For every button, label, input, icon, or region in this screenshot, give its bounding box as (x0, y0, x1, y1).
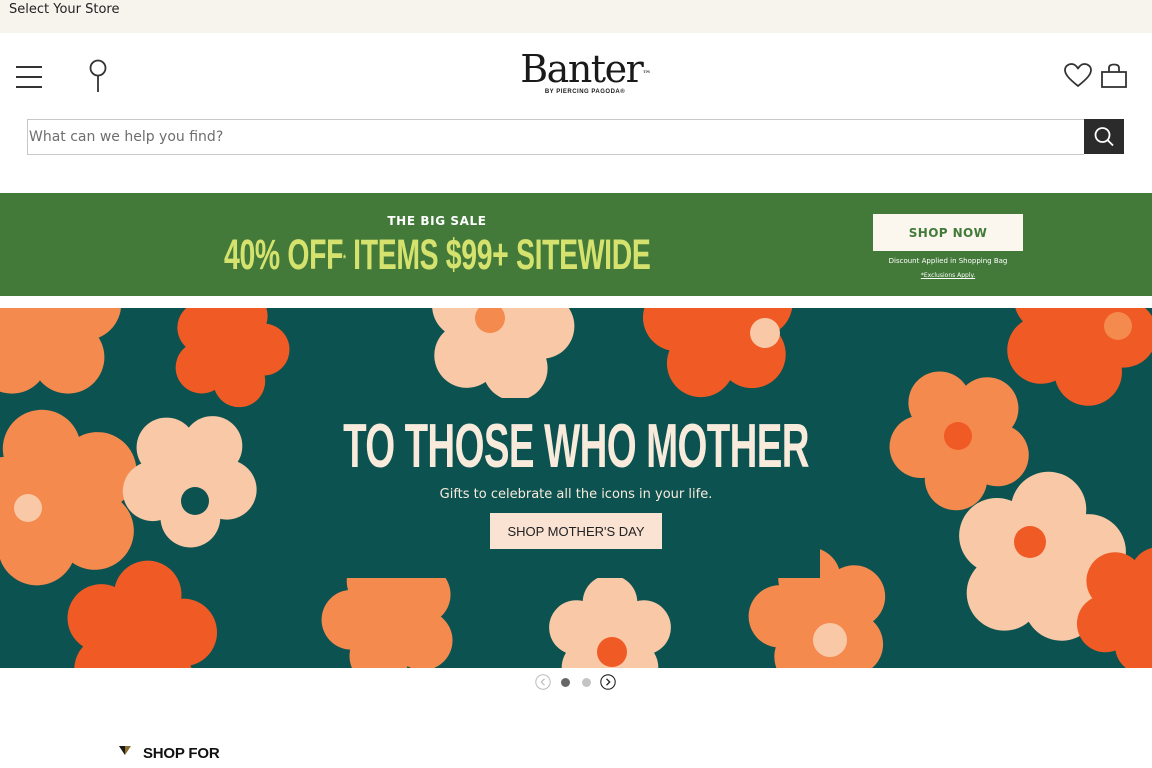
gem-icon (119, 746, 131, 755)
search-input[interactable] (27, 119, 1084, 155)
location-pin-icon[interactable] (86, 59, 110, 95)
logo-trademark: ™ (642, 70, 651, 80)
promo-headline-asterisk: * (343, 253, 346, 265)
carousel-dot-2[interactable] (582, 678, 591, 687)
mothers-day-hero[interactable]: TO THOSE WHO MOTHER Gifts to celebrate a… (0, 308, 1152, 668)
carousel-next-icon[interactable] (600, 674, 616, 690)
shop-for-heading: SHOP FOR (143, 745, 220, 762)
promo-headline: 40% OFF* ITEMS $99+ SITEWIDE (224, 229, 651, 281)
promo-discount-note: Discount Applied in Shopping Bag (888, 257, 1008, 265)
select-store-link[interactable]: Select Your Store (9, 2, 119, 17)
shop-mothers-day-button[interactable]: SHOP MOTHER'S DAY (490, 513, 662, 549)
heart-icon[interactable] (1064, 63, 1092, 89)
hero-title: TO THOSE WHO MOTHER (343, 412, 809, 481)
search-button[interactable] (1084, 119, 1124, 154)
shop-now-button[interactable]: SHOP NOW (873, 214, 1023, 251)
carousel-prev-icon[interactable] (535, 674, 551, 690)
shopping-bag-icon[interactable] (1100, 63, 1128, 89)
search-icon (1094, 127, 1114, 147)
site-header: Banter™ BY PIERCING PAGODA® (0, 33, 1152, 119)
promo-headline-offer: 40% OFF (224, 231, 344, 279)
hero-subtitle: Gifts to celebrate all the icons in your… (439, 487, 713, 502)
banter-logo[interactable]: Banter™ BY PIERCING PAGODA® (500, 47, 670, 95)
promo-kicker: THE BIG SALE (387, 214, 487, 228)
carousel-dot-1[interactable] (561, 678, 570, 687)
carousel-controls (533, 672, 623, 694)
hamburger-menu-icon[interactable] (16, 66, 42, 88)
exclusions-link[interactable]: *Exclusions Apply. (873, 272, 1023, 279)
promo-headline-terms: ITEMS $99+ SITEWIDE (345, 231, 651, 279)
select-store-bar[interactable]: Select Your Store (0, 0, 1152, 33)
logo-wordmark: Banter (520, 47, 643, 91)
